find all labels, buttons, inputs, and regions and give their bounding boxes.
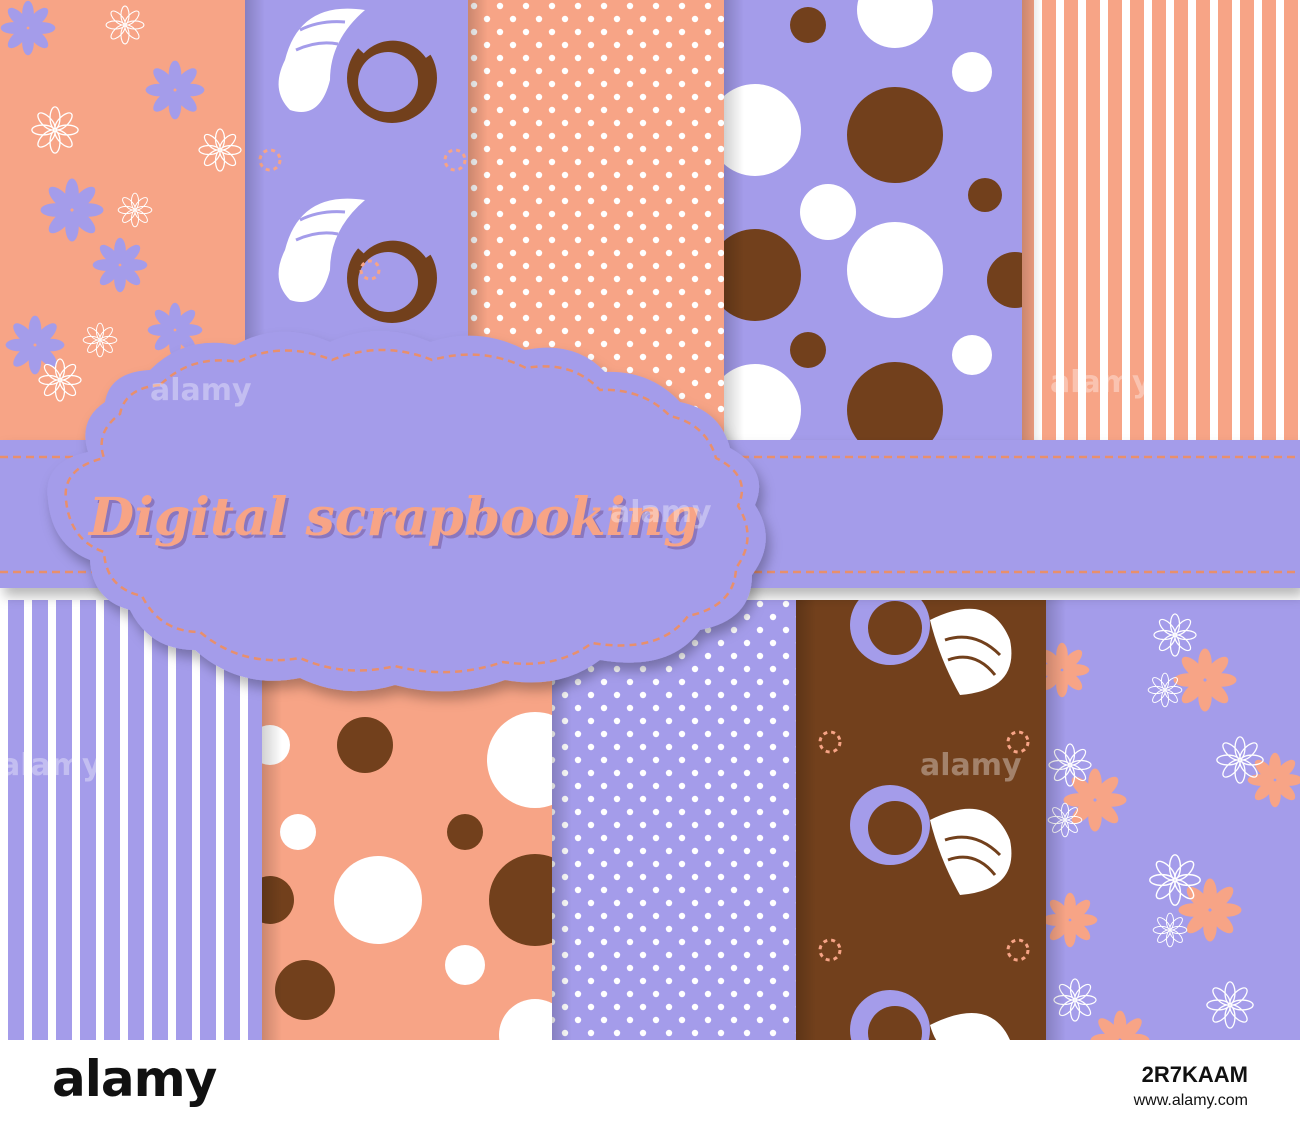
watermark-text: alamy — [610, 495, 712, 530]
watermark-text: alamy — [1050, 365, 1152, 400]
alamy-logo: alamy — [52, 1050, 217, 1108]
watermark-text: alamy — [0, 748, 102, 783]
paper-bottom-flowers-lavender — [1046, 600, 1300, 1040]
paper-top-dots-lavender — [724, 0, 1022, 440]
watermark-text: alamy — [150, 373, 252, 408]
page-title: Digital scrapbooking — [87, 487, 700, 548]
image-id: 2R7KAAM — [1141, 1062, 1248, 1087]
watermark-text: alamy — [920, 748, 1022, 783]
paper-bottom-swirls-brown — [796, 600, 1046, 1040]
footer-bar: alamy 2R7KAAM www.alamy.com — [0, 1040, 1300, 1130]
scrapbooking-artwork: Digital scrapbooking Digital scrapbookin… — [0, 0, 1300, 1040]
site-url: www.alamy.com — [1133, 1092, 1248, 1109]
